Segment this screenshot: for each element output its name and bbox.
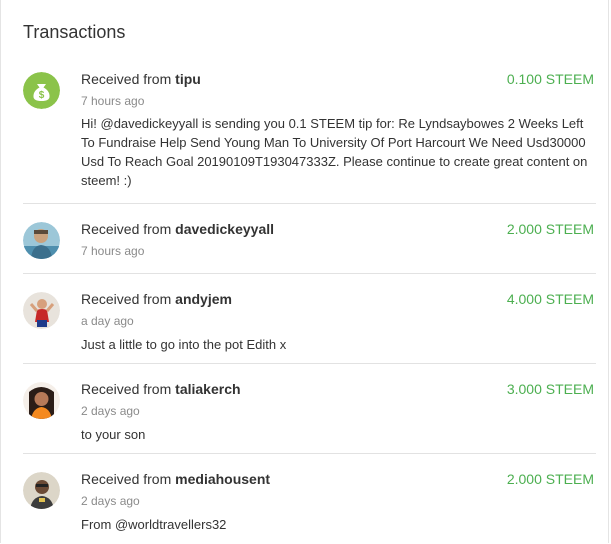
- sender-link[interactable]: taliakerch: [175, 381, 240, 397]
- memo-text: Just a little to go into the pot Edith x: [81, 337, 287, 352]
- transaction-row: $ Received from tipu 0.100 STEEM 7 hours…: [23, 54, 596, 204]
- timestamp: a day ago: [81, 314, 134, 328]
- user-avatar[interactable]: [23, 382, 60, 419]
- memo-text: Hi! @davedickeyyall is sending you 0.1 S…: [81, 116, 588, 188]
- sender-link[interactable]: andyjem: [175, 291, 232, 307]
- amount-value: 3.000 STEEM: [506, 381, 594, 397]
- user-avatar[interactable]: [23, 292, 60, 329]
- transaction-row: Received from mediahousent 2.000 STEEM 2…: [23, 454, 596, 544]
- received-from-label: Received from: [81, 71, 176, 87]
- sender-line: Received from mediahousent: [81, 471, 270, 487]
- memo-text: to your son: [81, 427, 146, 442]
- sender-line: Received from tipu: [81, 71, 201, 87]
- transactions-panel: Transactions $ Received from tipu 0.100 …: [0, 0, 609, 543]
- amount-value: 2.000 STEEM: [506, 221, 594, 237]
- transaction-row: Received from davedickeyyall 2.000 STEEM…: [23, 204, 596, 274]
- timestamp: 2 days ago: [81, 404, 140, 418]
- sender-link[interactable]: davedickeyyall: [175, 221, 274, 237]
- amount-value: 2.000 STEEM: [506, 471, 594, 487]
- user-avatar[interactable]: [23, 222, 60, 259]
- money-bag-icon: $: [23, 72, 60, 109]
- transaction-list: $ Received from tipu 0.100 STEEM 7 hours…: [1, 54, 610, 544]
- memo-text: From @worldtravellers32: [81, 517, 227, 532]
- timestamp: 7 hours ago: [81, 94, 145, 108]
- amount-value: 4.000 STEEM: [506, 291, 594, 307]
- received-from-label: Received from: [81, 471, 176, 487]
- received-from-label: Received from: [81, 381, 176, 397]
- panel-title: Transactions: [23, 22, 126, 42]
- amount-value: 0.100 STEEM: [506, 71, 594, 87]
- sender-line: Received from andyjem: [81, 291, 232, 307]
- sender-line: Received from taliakerch: [81, 381, 241, 397]
- timestamp: 7 hours ago: [81, 244, 145, 258]
- user-avatar[interactable]: [23, 472, 60, 509]
- received-from-label: Received from: [81, 221, 176, 237]
- sender-link[interactable]: tipu: [175, 71, 201, 87]
- svg-text:$: $: [39, 90, 45, 101]
- received-from-label: Received from: [81, 291, 176, 307]
- sender-link[interactable]: mediahousent: [175, 471, 270, 487]
- transaction-row: Received from taliakerch 3.000 STEEM 2 d…: [23, 364, 596, 454]
- timestamp: 2 days ago: [81, 494, 140, 508]
- transaction-row: Received from andyjem 4.000 STEEM a day …: [23, 274, 596, 364]
- sender-line: Received from davedickeyyall: [81, 221, 274, 237]
